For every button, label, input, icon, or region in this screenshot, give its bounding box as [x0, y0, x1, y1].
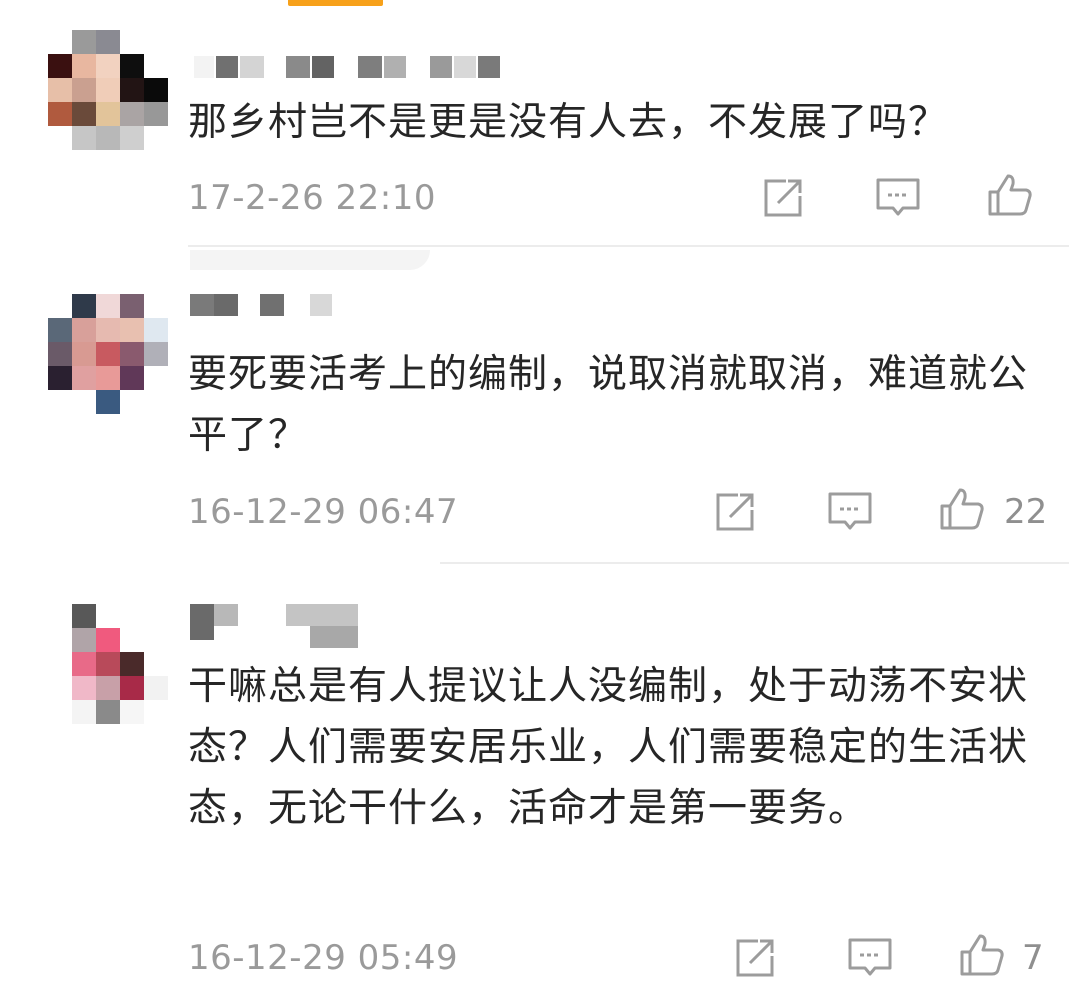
comment-item: 干嘛总是有人提议让人没编制，处于动荡不安状态？人们需要安居乐业，人们需要稳定的生… — [0, 580, 1069, 997]
like-count: 22 — [1004, 492, 1048, 532]
like-button[interactable] — [958, 932, 1006, 976]
like-count: 7 — [1022, 938, 1044, 978]
username-redacted[interactable] — [190, 294, 350, 318]
like-button[interactable] — [986, 172, 1034, 216]
reply-button[interactable] — [846, 936, 894, 980]
username-redacted[interactable] — [190, 56, 510, 80]
divider — [188, 245, 1069, 247]
like-button[interactable] — [938, 486, 986, 530]
avatar[interactable] — [48, 294, 168, 414]
thumbs-up-icon — [988, 174, 1032, 216]
comment-item: 那乡村岂不是更是没有人去，不发展了吗？ 17-2-26 22:10 — [0, 0, 1069, 245]
reply-button[interactable] — [826, 490, 874, 534]
reply-icon — [848, 938, 892, 976]
comment-timestamp: 17-2-26 22:10 — [188, 178, 436, 218]
comment-text: 干嘛总是有人提议让人没编制，处于动荡不安状态？人们需要安居乐业，人们需要稳定的生… — [188, 664, 1029, 831]
share-button[interactable] — [712, 490, 760, 534]
comment-item: 要死要活考上的编制，说取消就取消，难道就公平了？ 16-12-29 06:47 … — [0, 270, 1069, 562]
share-button[interactable] — [732, 936, 780, 980]
avatar[interactable] — [48, 604, 168, 724]
comment-timestamp: 16-12-29 05:49 — [188, 938, 459, 978]
reply-icon — [828, 492, 872, 530]
share-icon — [736, 939, 774, 977]
thumbs-up-icon — [960, 934, 1004, 976]
reply-button[interactable] — [874, 176, 922, 220]
comment-text: 那乡村岂不是更是没有人去，不发展了吗？ — [188, 100, 949, 145]
comment-text: 要死要活考上的编制，说取消就取消，难道就公平了？ — [188, 352, 1029, 458]
avatar[interactable] — [48, 30, 168, 150]
divider-shadow — [190, 250, 430, 270]
divider — [440, 562, 1069, 564]
share-icon — [764, 179, 802, 217]
username-redacted[interactable] — [190, 604, 370, 652]
thumbs-up-icon — [940, 488, 984, 530]
share-button[interactable] — [760, 176, 808, 220]
reply-icon — [876, 178, 920, 216]
comment-timestamp: 16-12-29 06:47 — [188, 492, 459, 532]
share-icon — [716, 493, 754, 531]
